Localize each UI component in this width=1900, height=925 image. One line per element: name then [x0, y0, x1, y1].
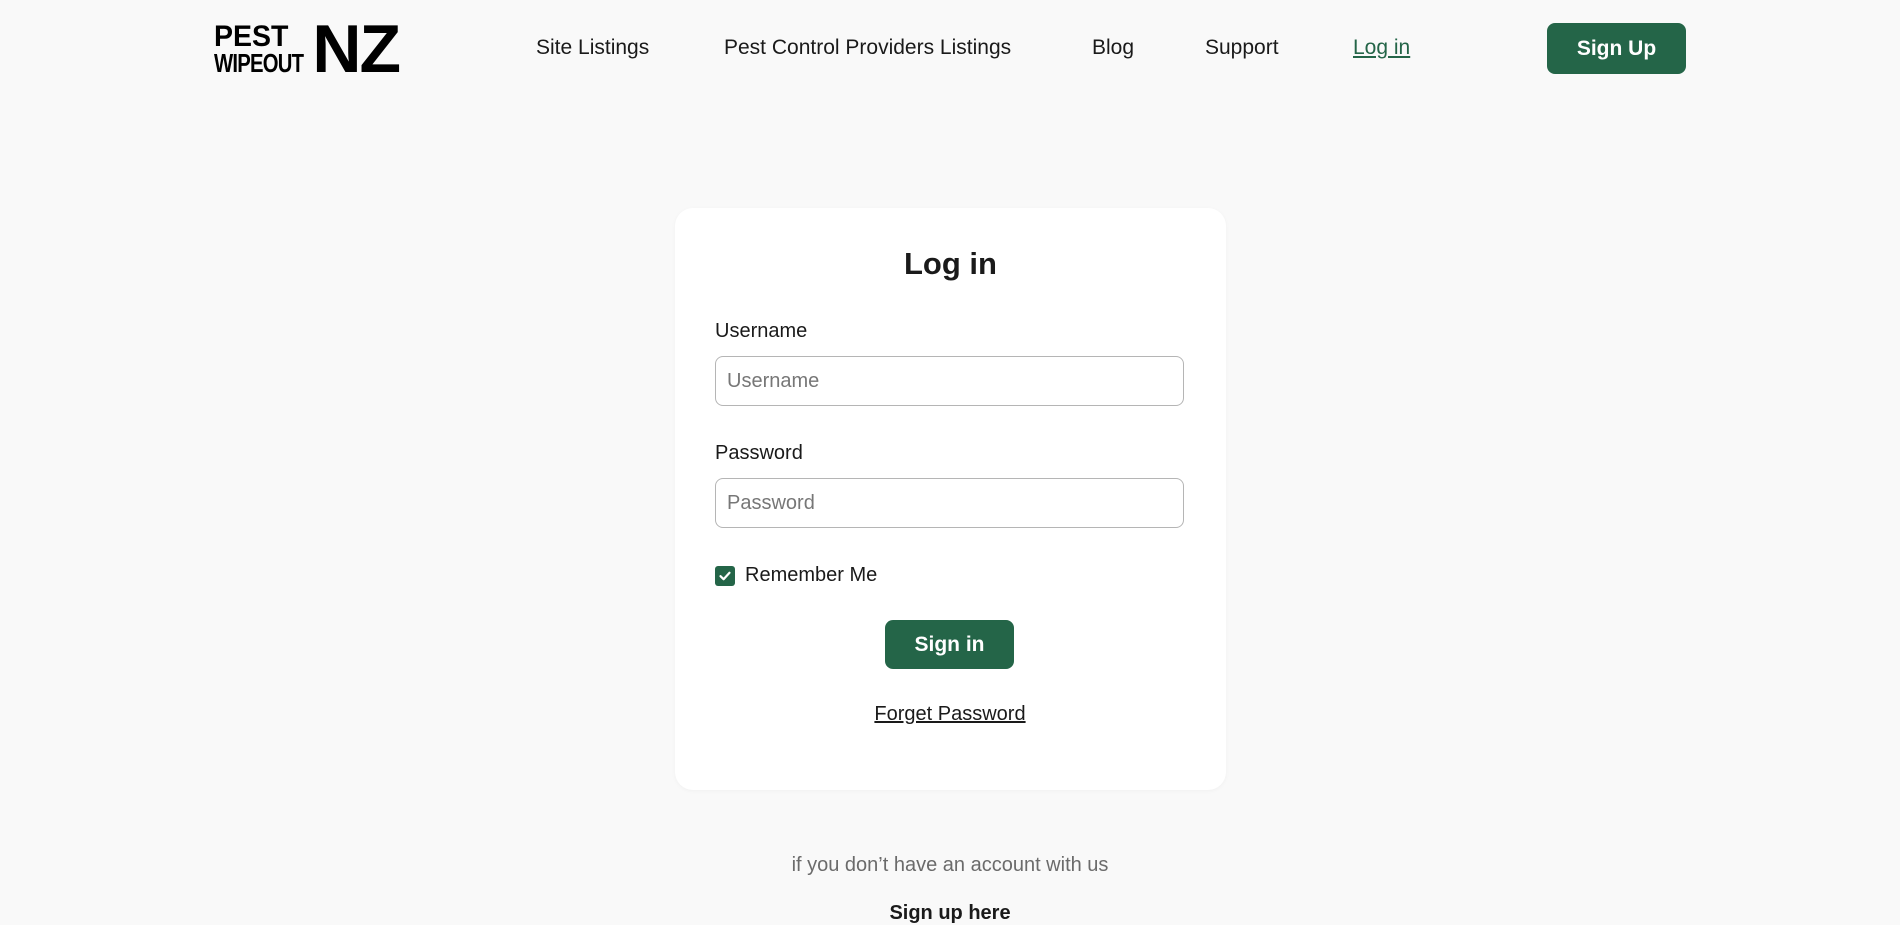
- logo-nz-text: NZ: [312, 11, 401, 87]
- remember-me-checkbox[interactable]: [715, 565, 735, 586]
- login-title: Log in: [904, 246, 997, 281]
- no-account-text: if you don’t have an account with us: [791, 854, 1109, 876]
- nav-support[interactable]: Support: [1205, 36, 1279, 60]
- remember-me[interactable]: Remember Me: [715, 564, 877, 587]
- remember-me-label: Remember Me: [745, 564, 878, 586]
- username-input[interactable]: [715, 356, 1184, 406]
- nav-pest-control-providers[interactable]: Pest Control Providers Listings: [724, 36, 1011, 60]
- checkmark-icon: [719, 571, 731, 580]
- nav-site-listings[interactable]: Site Listings: [536, 36, 649, 60]
- pest-wipeout-nz-logo[interactable]: PEST WIPEOUT NZ: [214, 15, 404, 83]
- nav-blog[interactable]: Blog: [1092, 36, 1134, 60]
- nav-log-in[interactable]: Log in: [1353, 36, 1410, 60]
- sign-up-here-link[interactable]: Sign up here: [889, 902, 1010, 924]
- sign-in-button[interactable]: Sign in: [885, 620, 1014, 669]
- header-sign-up-button[interactable]: Sign Up: [1547, 23, 1686, 74]
- username-label: Username: [715, 320, 808, 342]
- forget-password-link[interactable]: Forget Password: [874, 703, 1025, 725]
- password-label: Password: [715, 442, 803, 464]
- forget-password-row: Forget Password: [0, 703, 1900, 726]
- logo-wordmark: PEST WIPEOUT: [214, 22, 328, 78]
- password-input[interactable]: [715, 478, 1184, 528]
- logo-wipeout-text: WIPEOUT: [214, 48, 304, 78]
- site-header: PEST WIPEOUT NZ Site Listings Pest Contr…: [0, 0, 1900, 100]
